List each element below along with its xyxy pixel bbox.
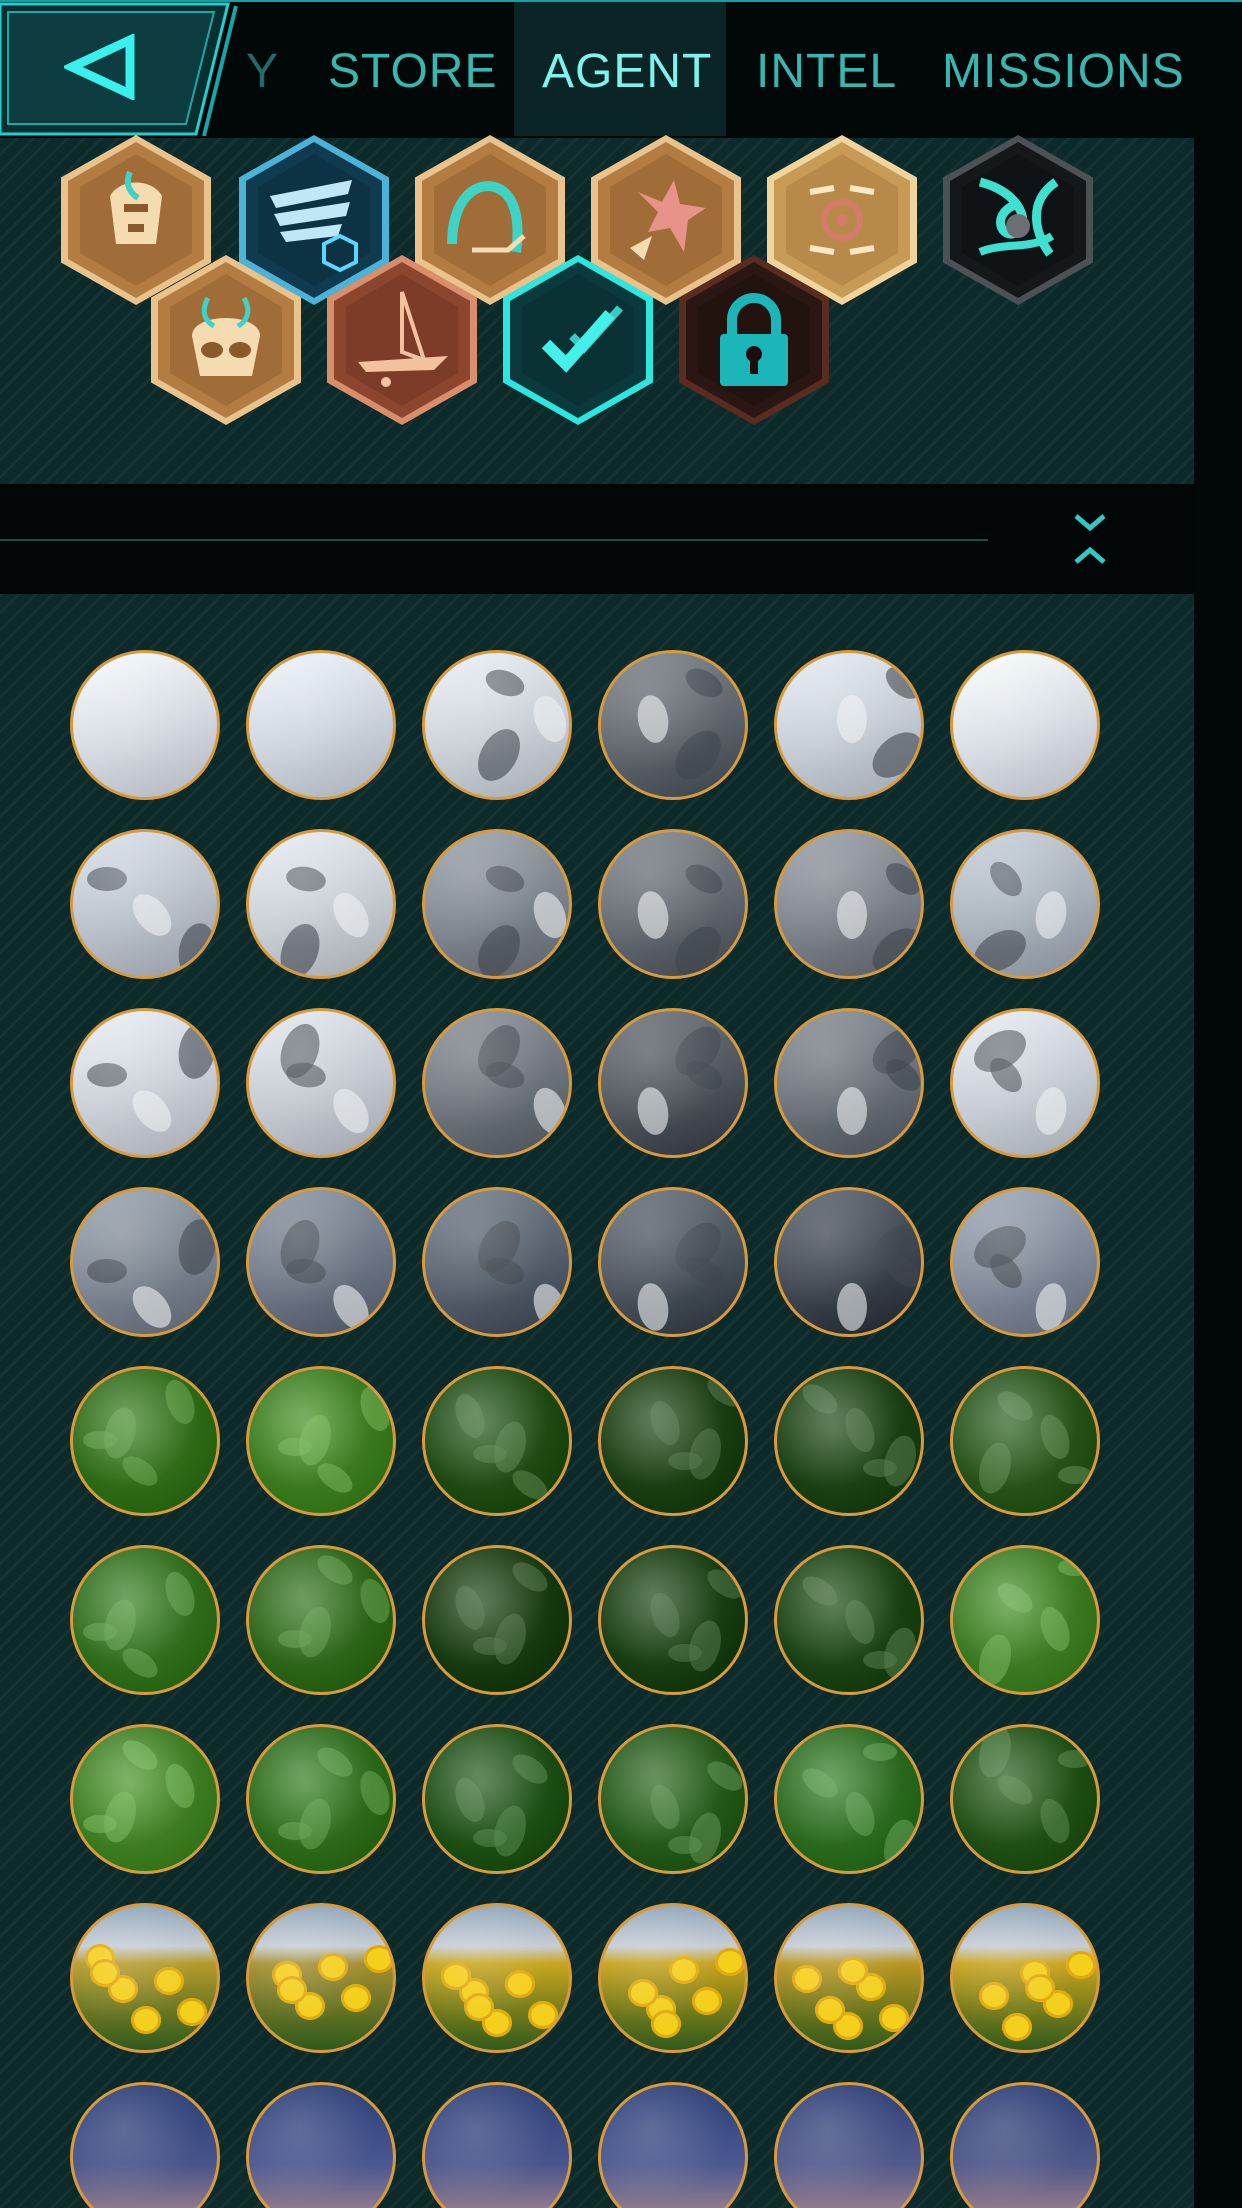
tab-partial[interactable]: Y (246, 2, 278, 136)
media-medal-dusk-sky[interactable] (422, 2082, 572, 2208)
collapse-button[interactable] (1068, 510, 1112, 568)
media-medal-daffodils[interactable] (70, 1903, 220, 2053)
media-medal-ferns[interactable] (774, 1545, 924, 1695)
media-medal-rocky-mountains[interactable] (246, 1187, 396, 1337)
media-medal-overcast-sky[interactable] (70, 650, 220, 800)
bronze-mask-badge-icon (151, 255, 301, 425)
media-medal-green-foliage[interactable] (950, 1366, 1100, 1516)
copper-glider-badge-icon (327, 255, 477, 425)
tab-store[interactable]: STORE (306, 2, 506, 136)
media-medal-rocky-mountains[interactable] (70, 1187, 220, 1337)
media-medal-green-foliage[interactable] (246, 1366, 396, 1516)
badge-6[interactable] (940, 132, 1096, 308)
media-medal-snowy-peaks[interactable] (422, 829, 572, 979)
media-medal-dusk-sky[interactable] (246, 2082, 396, 2208)
tab-missions[interactable]: MISSIONS (920, 2, 1188, 136)
media-medal-daffodils[interactable] (422, 1903, 572, 2053)
media-medal-rocky-mountains[interactable] (422, 1187, 572, 1337)
media-medal-fern-closeup[interactable] (246, 1724, 396, 1874)
right-edge-strip (1194, 0, 1242, 2208)
media-medal-daffodils[interactable] (950, 1903, 1100, 2053)
badge-10[interactable] (676, 252, 832, 428)
media-medal-green-foliage[interactable] (774, 1366, 924, 1516)
section-header-bar (0, 484, 1194, 594)
badge-9[interactable] (500, 252, 656, 428)
verified-check-badge-icon (503, 255, 653, 425)
media-medal-daffodils[interactable] (598, 1903, 748, 2053)
media-medal-green-foliage[interactable] (598, 1366, 748, 1516)
media-medal-snowy-peaks[interactable] (950, 829, 1100, 979)
media-medal-glacier[interactable] (246, 1008, 396, 1158)
tab-agent[interactable]: AGENT (514, 2, 726, 136)
media-medal-overcast-sky[interactable] (598, 650, 748, 800)
media-medal-dusk-sky[interactable] (598, 2082, 748, 2208)
media-medal-ferns[interactable] (422, 1545, 572, 1695)
media-medal-green-foliage[interactable] (70, 1366, 220, 1516)
media-medal-rocky-mountains[interactable] (598, 1187, 748, 1337)
media-medal-overcast-sky[interactable] (422, 650, 572, 800)
media-medal-snowy-peaks[interactable] (598, 829, 748, 979)
top-navigation-bar: Y STORE AGENT INTEL MISSIONS (0, 0, 1242, 138)
dark-vortex-badge-icon (943, 135, 1093, 305)
collapse-chevrons-icon (1074, 514, 1106, 564)
badge-7[interactable] (148, 252, 304, 428)
media-medal-ferns[interactable] (70, 1545, 220, 1695)
media-medal-green-foliage[interactable] (422, 1366, 572, 1516)
media-medal-rocky-mountains[interactable] (950, 1187, 1100, 1337)
media-medal-snowy-peaks[interactable] (70, 829, 220, 979)
section-divider (0, 539, 988, 541)
media-medal-snowy-peaks[interactable] (774, 829, 924, 979)
media-medal-fern-closeup[interactable] (422, 1724, 572, 1874)
badges-section (0, 135, 1194, 482)
media-medal-overcast-sky[interactable] (950, 650, 1100, 800)
media-medal-glacier[interactable] (70, 1008, 220, 1158)
media-medal-fern-closeup[interactable] (598, 1724, 748, 1874)
media-medal-glacier[interactable] (774, 1008, 924, 1158)
media-medal-overcast-sky[interactable] (246, 650, 396, 800)
media-medal-glacier[interactable] (598, 1008, 748, 1158)
media-medal-ferns[interactable] (246, 1545, 396, 1695)
media-medal-daffodils[interactable] (246, 1903, 396, 2053)
media-medal-fern-closeup[interactable] (950, 1724, 1100, 1874)
media-medal-ferns[interactable] (950, 1545, 1100, 1695)
media-medal-snowy-peaks[interactable] (246, 829, 396, 979)
media-medal-glacier[interactable] (950, 1008, 1100, 1158)
media-medal-dusk-sky[interactable] (774, 2082, 924, 2208)
locked-badge-icon (679, 255, 829, 425)
media-medal-glacier[interactable] (422, 1008, 572, 1158)
back-button[interactable] (0, 2, 250, 137)
media-medal-dusk-sky[interactable] (70, 2082, 220, 2208)
media-medal-fern-closeup[interactable] (774, 1724, 924, 1874)
media-medal-ferns[interactable] (598, 1545, 748, 1695)
media-medal-fern-closeup[interactable] (70, 1724, 220, 1874)
media-medal-daffodils[interactable] (774, 1903, 924, 2053)
back-triangle-icon (64, 34, 135, 100)
media-medal-overcast-sky[interactable] (774, 650, 924, 800)
tab-intel[interactable]: INTEL (740, 2, 904, 136)
media-medal-grid (0, 594, 1194, 2208)
badge-8[interactable] (324, 252, 480, 428)
media-medal-rocky-mountains[interactable] (774, 1187, 924, 1337)
media-medal-dusk-sky[interactable] (950, 2082, 1100, 2208)
